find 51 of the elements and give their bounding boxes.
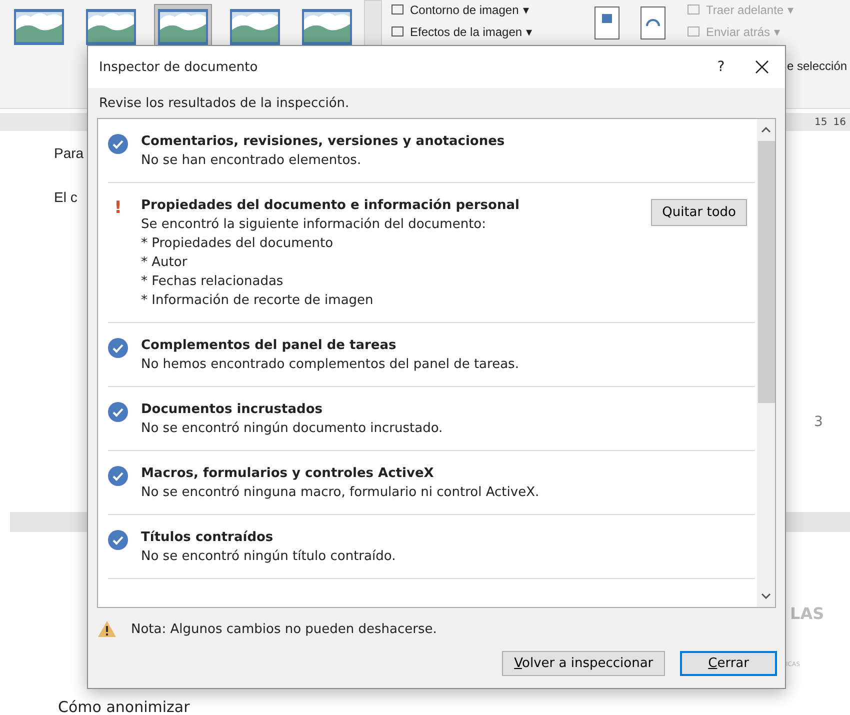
position-icon[interactable]: [594, 6, 620, 40]
result-description: No se encontró ninguna macro, formulario ni control ActiveX.: [141, 484, 540, 502]
result-description: Se encontró la siguiente información del documento:: [141, 216, 487, 234]
note-text: Nota: Algunos cambios no pueden deshacerse.: [131, 622, 437, 636]
ribbon-command[interactable]: e selección: [787, 59, 848, 73]
wrap-text-icon[interactable]: [640, 6, 666, 40]
command-icon: [390, 3, 406, 17]
command-icon: [686, 3, 702, 17]
command-icon: [686, 25, 702, 39]
scroll-thumb[interactable]: [758, 141, 774, 403]
ribbon-command[interactable]: Contorno de imagen ▾: [390, 0, 590, 20]
document-text: Cómo anonimizar: [58, 698, 190, 715]
result-title: Macros, formularios y controles ActiveX: [141, 465, 435, 483]
command-icon: [390, 25, 406, 39]
result-title: Comentarios, revisiones, versiones y anotaciones: [141, 133, 506, 151]
document-text: El c: [54, 189, 78, 205]
instruction-text: Revise los resultados de la inspección.: [98, 95, 350, 113]
result-detail: * Autor: [141, 254, 188, 272]
result-description: No se encontró ningún documento incrustado.: [141, 420, 444, 438]
result-description: No hemos encontrado complementos del panel de tareas.: [141, 356, 520, 374]
warning-icon: [97, 620, 117, 638]
page-number: 3: [814, 414, 823, 430]
ruler-label: 15: [814, 116, 828, 128]
result-title: Complementos del panel de tareas: [141, 337, 398, 355]
document-heading: LAS: [790, 604, 824, 623]
result-detail: * Información de recorte de imagen: [141, 292, 374, 310]
result-title: Títulos contraídos: [141, 529, 274, 547]
check-circle-icon: [108, 338, 128, 358]
exclamation-icon: !: [108, 198, 128, 218]
dialog-title: Inspector de documento: [99, 60, 259, 74]
result-title: Documentos incrustados: [141, 401, 324, 419]
result-description: No se han encontrado elementos.: [141, 152, 362, 170]
scroll-up-icon[interactable]: [761, 127, 771, 133]
close-icon: [755, 60, 769, 74]
ribbon-command[interactable]: Efectos de la imagen ▾: [390, 22, 590, 42]
dialog-button[interactable]: Cerrar: [680, 651, 777, 676]
dialog-button[interactable]: Volver a inspeccionar: [502, 651, 666, 676]
check-circle-icon: [108, 466, 128, 486]
ruler-label: 16: [833, 116, 846, 128]
document-text: Para: [54, 145, 84, 161]
check-circle-icon: [108, 402, 128, 422]
help-button[interactable]: ?: [703, 59, 739, 75]
scroll-bar[interactable]: [757, 119, 775, 607]
result-description: No se encontró ningún título contraído.: [141, 548, 397, 566]
remove-all-button[interactable]: Quitar todo: [651, 199, 747, 226]
result-detail: * Propiedades del documento: [141, 235, 334, 253]
check-circle-icon: [108, 134, 128, 154]
result-title: Propiedades del documento e información personal: [141, 197, 520, 215]
result-detail: * Fechas relacionadas: [141, 273, 284, 291]
check-circle-icon: [108, 530, 128, 550]
scroll-down-icon[interactable]: [761, 593, 771, 599]
